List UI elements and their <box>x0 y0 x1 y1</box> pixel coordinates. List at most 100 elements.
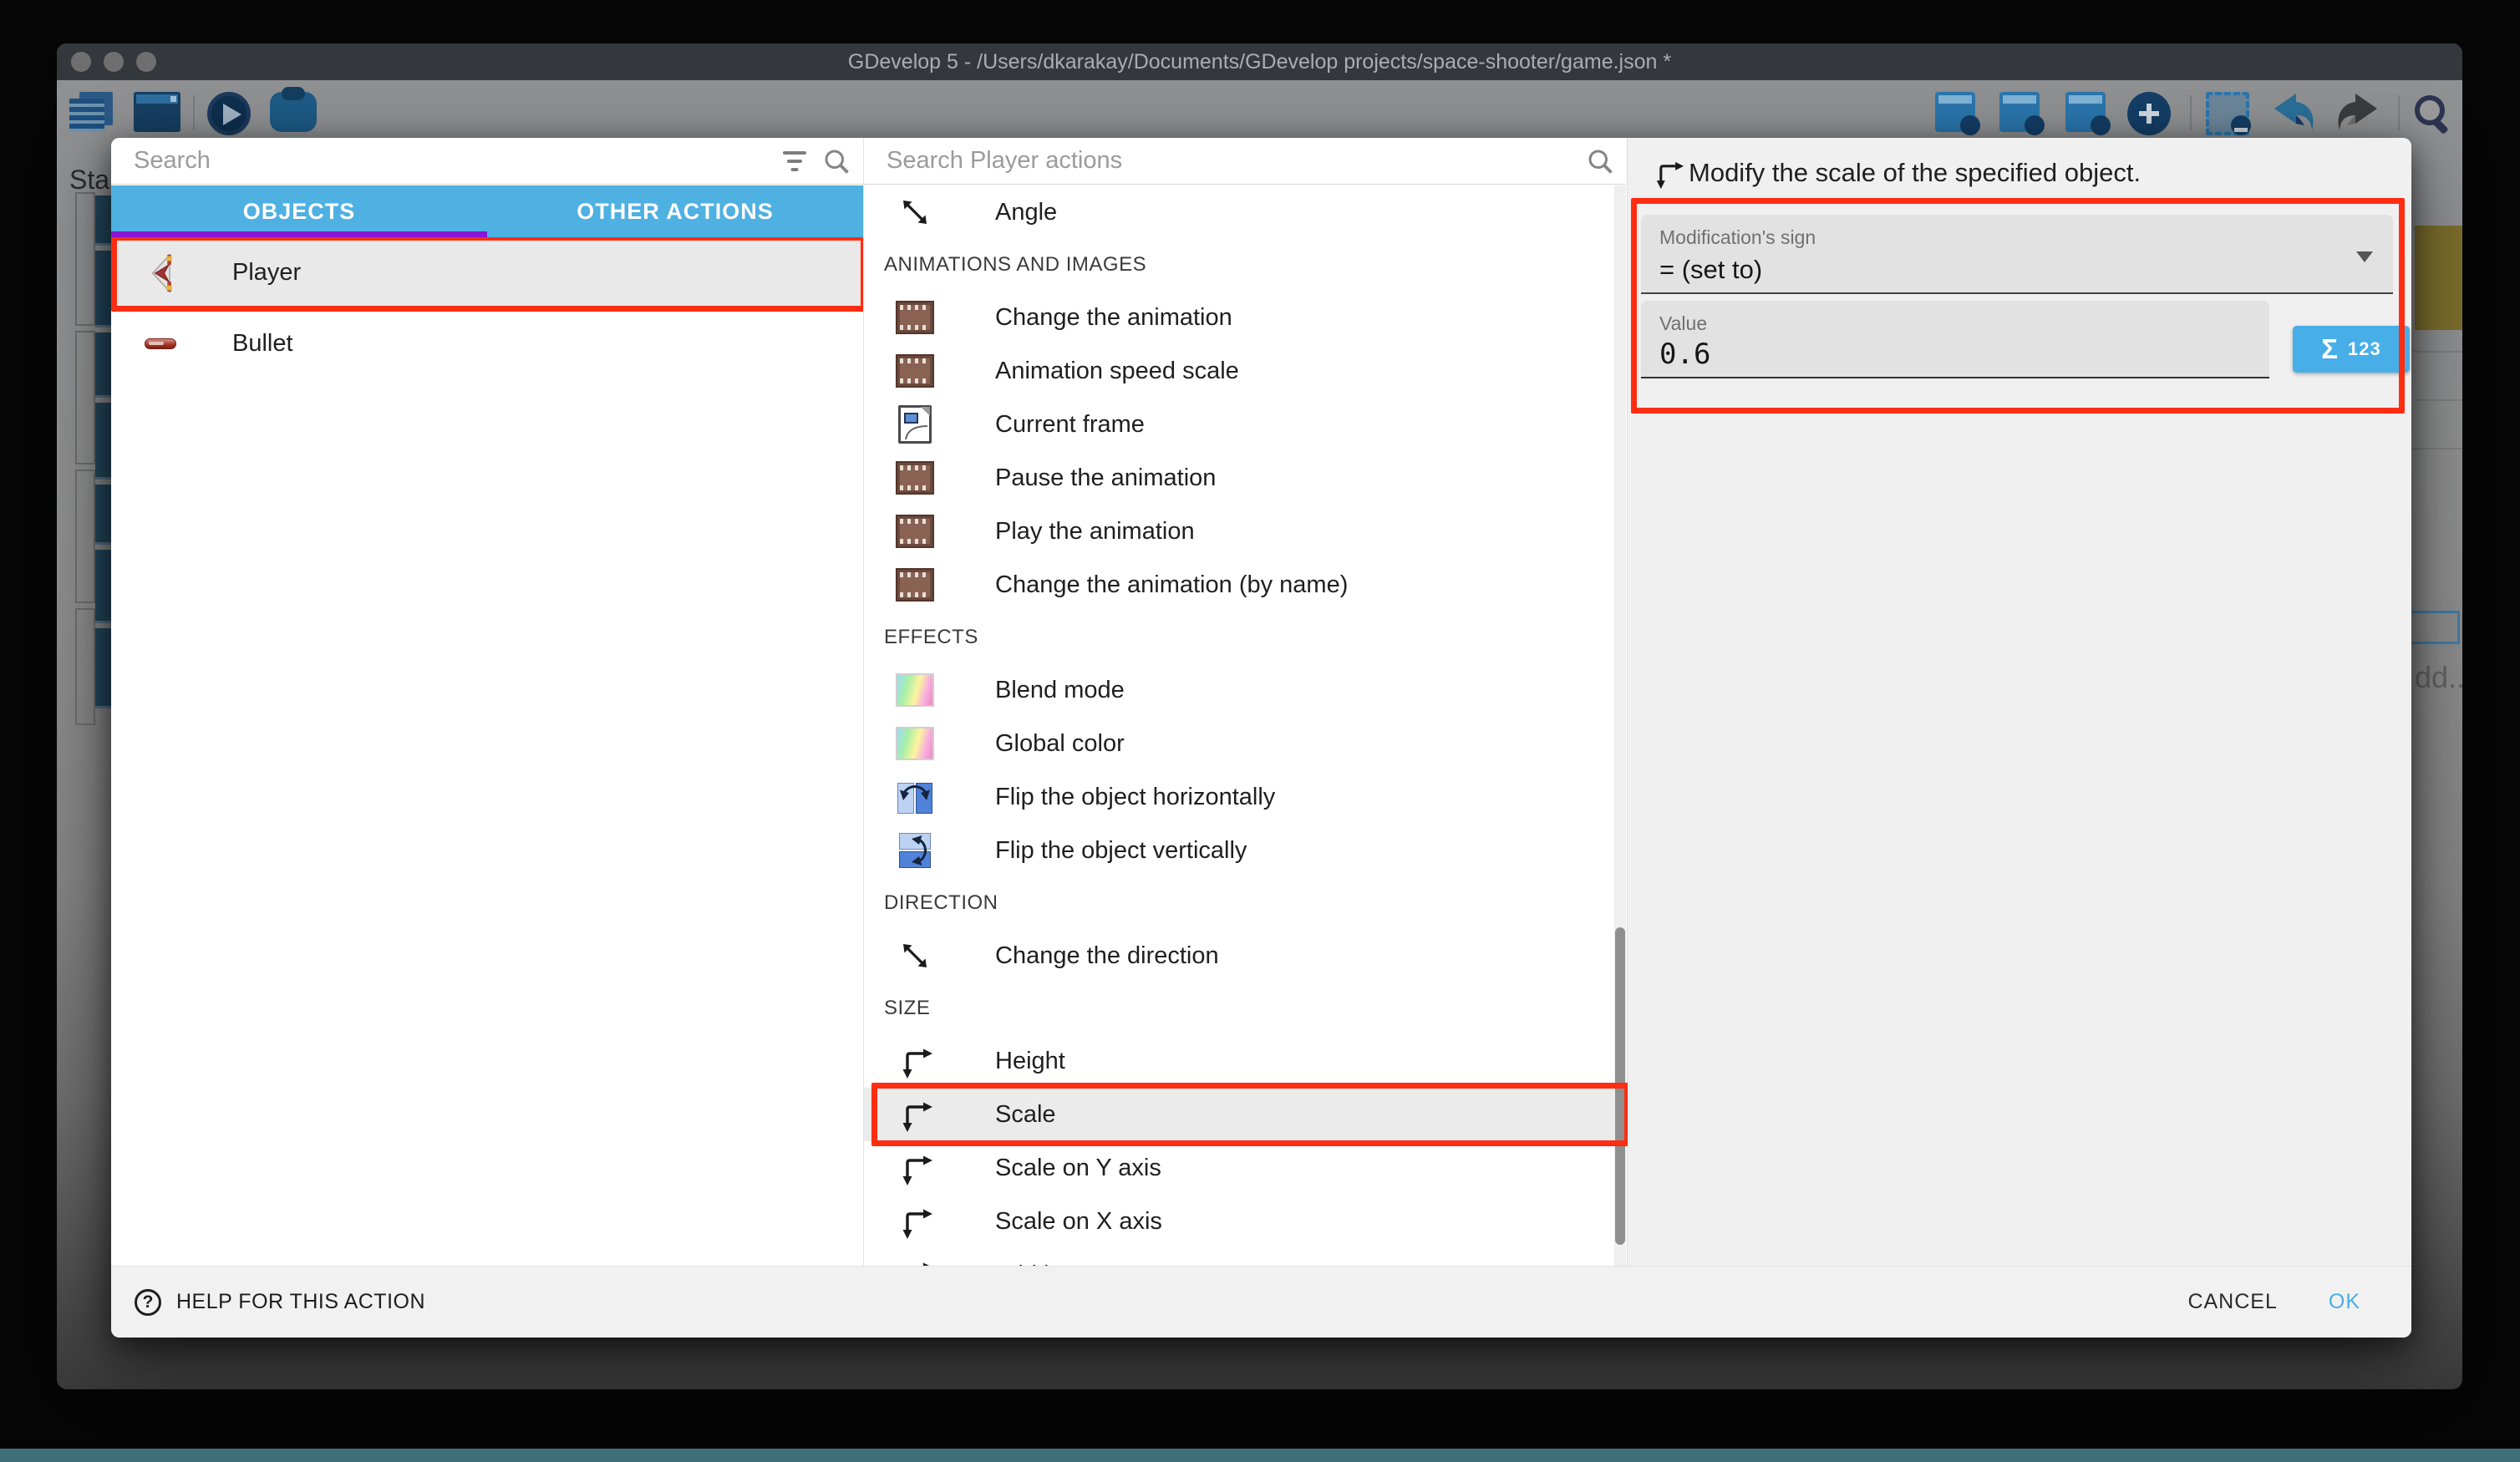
config-title: Modify the scale of the specified object… <box>1689 158 2141 188</box>
action-item-change-the-direction[interactable]: Change the direction <box>864 929 1628 982</box>
action-item-global-color[interactable]: Global color <box>864 717 1628 770</box>
action-label: Blend mode <box>995 677 1125 704</box>
chevron-down-icon <box>2356 251 2373 262</box>
section-header: SIZE <box>864 982 1628 1034</box>
action-item-width[interactable]: Width <box>864 1248 1628 1266</box>
screenshot-stage: GDevelop 5 - /Users/dkarakay/Documents/G… <box>0 0 2520 1462</box>
action-item-angle[interactable]: Angle <box>864 185 1628 239</box>
modification-sign-select[interactable]: Modification's sign = (set to) <box>1641 215 2393 294</box>
flip-vertical-icon <box>897 832 933 869</box>
action-label: Scale <box>995 1101 1056 1129</box>
value-input[interactable] <box>1659 338 2193 371</box>
search-icon <box>2410 92 2456 132</box>
resize-arrow-icon <box>897 1096 933 1133</box>
action-item-scale[interactable]: Scale <box>864 1088 1628 1141</box>
object-item-bullet[interactable]: Bullet <box>111 308 863 379</box>
section-header-label: ANIMATIONS AND IMAGES <box>884 253 1146 277</box>
help-link[interactable]: HELP FOR THIS ACTION <box>176 1290 425 1314</box>
dialog-footer: ? HELP FOR THIS ACTION CANCEL OK <box>111 1266 2411 1338</box>
action-label: Height <box>995 1048 1065 1075</box>
window-title: GDevelop 5 - /Users/dkarakay/Documents/G… <box>57 43 2462 80</box>
action-item-scale-on-y-axis[interactable]: Scale on Y axis <box>864 1141 1628 1195</box>
action-label: Current frame <box>995 411 1145 439</box>
add-circle-icon <box>2127 92 2171 135</box>
rainbow-icon <box>896 673 934 707</box>
action-label: Change the direction <box>995 942 1219 970</box>
play-icon <box>207 92 251 135</box>
object-label: Bullet <box>232 330 293 358</box>
add-comment-icon <box>2065 92 2106 132</box>
action-label: Play the animation <box>995 518 1195 546</box>
add-object-button-fragment <box>2408 611 2460 644</box>
config-column: Modify the scale of the specified object… <box>1627 138 2411 1266</box>
objects-search-input[interactable] <box>111 147 780 175</box>
action-item-animation-speed-scale[interactable]: Animation speed scale <box>864 344 1628 398</box>
action-item-flip-the-object-vertically[interactable]: Flip the object vertically <box>864 824 1628 877</box>
actions-search-input[interactable] <box>864 147 1585 175</box>
section-header: ANIMATIONS AND IMAGES <box>864 239 1628 291</box>
expression-editor-button[interactable]: Σ 123 <box>2293 326 2410 373</box>
resize-arrow-icon <box>1651 156 1684 194</box>
section-header-label: EFFECTS <box>884 626 978 649</box>
actions-scrollbar <box>1614 185 1626 1266</box>
tab-other-actions[interactable]: OTHER ACTIONS <box>487 185 863 237</box>
sigma-icon: Σ <box>2321 333 2338 365</box>
help-icon[interactable]: ? <box>135 1289 161 1316</box>
object-label: Player <box>232 259 301 287</box>
config-header: Modify the scale of the specified object… <box>1628 138 2411 205</box>
section-header-label: DIRECTION <box>884 891 998 915</box>
ok-button[interactable]: OK <box>2329 1290 2360 1314</box>
action-label: Angle <box>995 199 1057 226</box>
expression-button-label: 123 <box>2348 338 2381 360</box>
field-label: Value <box>1659 312 1707 335</box>
action-label: Pause the animation <box>995 464 1216 492</box>
action-item-flip-the-object-horizontally[interactable]: Flip the object horizontally <box>864 770 1628 824</box>
action-item-scale-on-x-axis[interactable]: Scale on X axis <box>864 1195 1628 1248</box>
toolbar-divider <box>2398 95 2400 130</box>
action-item-current-frame[interactable]: Current frame <box>864 398 1628 451</box>
scrollbar-thumb[interactable] <box>1615 927 1625 1245</box>
film-strip-icon <box>896 568 934 602</box>
diagonal-arrows-icon <box>897 194 933 231</box>
rainbow-icon <box>896 727 934 760</box>
toolbar-divider <box>193 95 195 130</box>
objects-panel-row-divider <box>2413 399 2462 401</box>
action-item-change-the-animation[interactable]: Change the animation <box>864 291 1628 344</box>
tab-objects[interactable]: OBJECTS <box>111 185 487 237</box>
add-event-icon <box>1935 92 1975 132</box>
resize-arrow-icon <box>897 1256 933 1266</box>
film-strip-icon <box>896 354 934 388</box>
actions-list: Angle ANIMATIONS AND IMAGES Change the ani… <box>864 185 1628 1266</box>
objects-panel-row-divider <box>2413 448 2462 449</box>
action-item-height[interactable]: Height <box>864 1034 1628 1088</box>
objects-panel-row-divider <box>2413 351 2462 353</box>
annotation-scale-row <box>871 1083 1628 1146</box>
objects-list: Player Bullet <box>111 237 863 1266</box>
diagonal-arrows-icon <box>897 937 933 974</box>
bullet-icon <box>145 338 176 349</box>
action-item-pause-the-animation[interactable]: Pause the animation <box>864 451 1628 505</box>
field-value: = (set to) <box>1659 255 2299 285</box>
tab-label: OTHER ACTIONS <box>577 199 774 225</box>
action-item-change-the-animation-by-name-[interactable]: Change the animation (by name) <box>864 558 1628 612</box>
value-field: Value <box>1641 301 2269 378</box>
section-header-label: SIZE <box>884 997 930 1020</box>
film-strip-icon <box>896 515 934 548</box>
action-item-play-the-animation[interactable]: Play the animation <box>864 505 1628 558</box>
film-strip-icon <box>896 461 934 495</box>
add-subevent-icon <box>1999 92 2040 132</box>
objects-search-row <box>111 138 863 185</box>
add-object-label-fragment: dd... <box>2415 660 2462 695</box>
project-manager-icon <box>69 92 116 132</box>
action-label: Scale on Y axis <box>995 1155 1161 1182</box>
objects-column: OBJECTS OTHER ACTIONS Player Bullet <box>111 138 863 1266</box>
filter-icon[interactable] <box>780 149 810 174</box>
resize-arrow-icon <box>897 1150 933 1186</box>
cancel-button[interactable]: CANCEL <box>2187 1290 2277 1314</box>
action-label: Change the animation <box>995 304 1232 332</box>
film-strip-icon <box>896 301 934 334</box>
action-label: Global color <box>995 730 1125 758</box>
action-item-blend-mode[interactable]: Blend mode <box>864 663 1628 717</box>
object-item-player[interactable]: Player <box>111 237 863 308</box>
annotation-player-row <box>111 237 863 312</box>
